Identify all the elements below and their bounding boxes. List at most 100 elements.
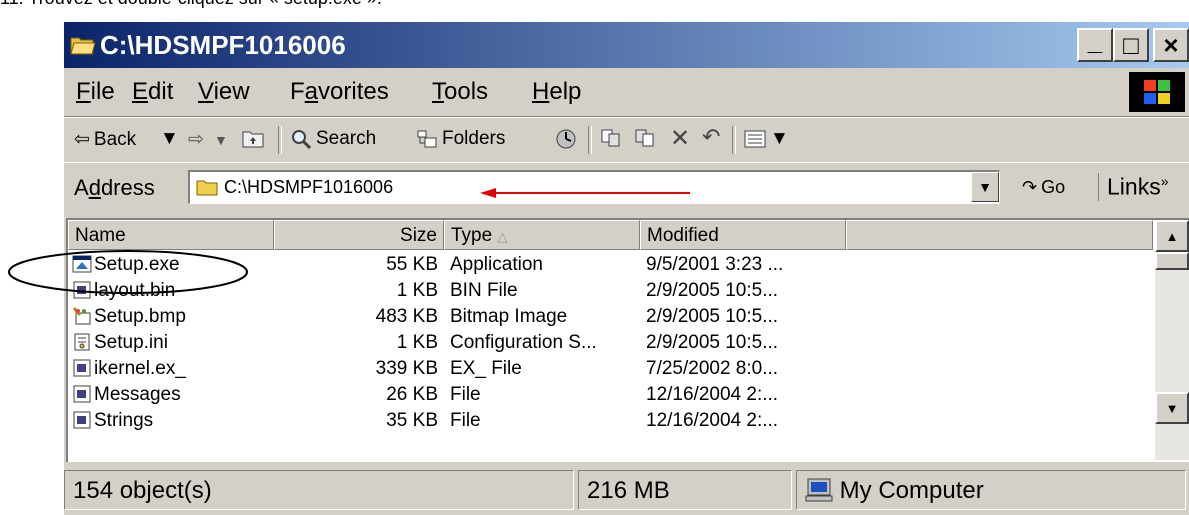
scroll-down-button[interactable]: ▼ [1155,392,1189,424]
up-folder-icon [242,131,264,148]
file-modified-cell: 7/25/2002 8:0... [646,358,779,379]
back-dropdown-icon[interactable]: ▼ [160,128,179,150]
copy-to-button[interactable] [634,128,656,148]
scroll-up-button[interactable]: ▲ [1155,220,1189,252]
file-size-cell: 1 KB [396,332,438,353]
generic-file-icon [73,385,91,403]
file-name-cell[interactable]: Messages [72,384,181,406]
move-to-icon [601,129,620,147]
links-button[interactable]: Links» [1098,173,1169,201]
close-button[interactable]: × [1153,28,1189,62]
file-name-cell[interactable]: Setup.bmp [72,306,186,328]
title-bar[interactable]: C:\HDSMPF1016006 _ □ × [64,22,1189,68]
ex-file-icon [73,359,91,377]
table-row[interactable]: Messages 26 KB File 12/16/2004 2:... [68,382,1153,408]
forward-dropdown-icon[interactable]: ▼ [214,132,228,148]
file-size-cell: 26 KB [386,384,438,405]
folder-open-icon [70,34,96,61]
column-header-type[interactable]: Type △ [444,220,640,250]
file-size-cell: 1 KB [396,280,438,301]
my-computer-icon [805,478,833,502]
menu-view[interactable]: View [198,78,250,106]
table-row[interactable]: Setup.bmp 483 KB Bitmap Image 2/9/2005 1… [68,304,1153,330]
go-button[interactable]: ↷ Go [1022,177,1065,198]
annotation-arrow [480,185,690,203]
history-icon [556,129,576,149]
column-header-modified[interactable]: Modified [640,220,846,250]
address-value: C:\HDSMPF1016006 [224,177,394,197]
config-file-icon [74,333,90,351]
menu-file[interactable]: File [76,78,115,106]
highlight-ellipse [8,250,248,294]
maximize-icon: □ [1123,30,1139,60]
column-header-blank [846,220,1153,250]
minimize-button[interactable]: _ [1077,28,1113,62]
back-arrow-icon: ⇦ [74,129,90,150]
menu-tools[interactable]: Tools [432,78,488,106]
address-label: Address [74,175,155,200]
folder-icon [196,178,218,201]
menu-favorites[interactable]: Favorites [290,78,389,106]
file-size-cell: 35 KB [386,410,438,431]
file-type-cell: Application [450,254,543,275]
table-row[interactable]: ikernel.ex_ 339 KB EX_ File 7/25/2002 8:… [68,356,1153,382]
status-size: 216 MB [578,470,792,510]
file-type-cell: BIN File [450,280,518,301]
arrow-up-icon: ▲ [1165,228,1179,244]
views-dropdown-icon: ▼ [770,128,789,149]
generic-file-icon [73,411,91,429]
undo-button[interactable]: ↶ [702,124,720,150]
chevron-down-icon: ▼ [978,179,992,195]
views-icon [744,130,766,148]
move-to-button[interactable] [600,128,622,148]
file-type-cell: EX_ File [450,358,522,379]
address-input[interactable]: C:\HDSMPF1016006 ▼ [188,170,1000,204]
address-dropdown-button[interactable]: ▼ [971,172,999,202]
status-zone: My Computer [796,470,1186,510]
views-button[interactable]: ▼ [744,128,789,150]
file-modified-cell: 12/16/2004 2:... [646,384,779,405]
toolbar-separator [732,126,736,154]
file-type-cell: Bitmap Image [450,306,568,327]
up-folder-button[interactable] [242,128,264,148]
instruction-caption: 11. Trouvez et double-cliquez sur « setu… [0,0,382,9]
standard-toolbar: ⇦ Back ▼ ⇨ ▼ Search Folders ✕ ↶ ▼ [64,117,1189,163]
file-size-cell: 483 KB [375,306,438,327]
menu-edit[interactable]: Edit [132,78,173,106]
folders-button[interactable]: Folders [416,128,505,150]
arrow-down-icon: ▼ [1165,400,1179,416]
vertical-scrollbar[interactable]: ▲ ▼ [1155,220,1189,460]
menu-help[interactable]: Help [532,78,581,106]
maximize-button[interactable]: □ [1113,28,1149,62]
forward-button[interactable]: ⇨ [188,128,204,151]
file-name-cell[interactable]: Strings [72,410,153,432]
file-type-cell: File [450,410,481,431]
file-name-cell[interactable]: Setup.ini [72,332,168,354]
copy-to-icon [635,129,654,147]
toolbar-separator [278,126,282,154]
delete-icon: ✕ [670,125,691,152]
column-header-name[interactable]: Name [68,220,274,250]
column-header-size[interactable]: Size [274,220,444,250]
status-bar: 154 object(s) 216 MB My Computer [64,466,1189,515]
minimize-icon: _ [1087,26,1103,56]
file-modified-cell: 2/9/2005 10:5... [646,306,779,327]
file-size-cell: 55 KB [386,254,438,275]
back-button[interactable]: ⇦ Back [74,128,136,151]
table-row[interactable]: Strings 35 KB File 12/16/2004 2:... [68,408,1153,434]
undo-icon: ↶ [702,124,721,149]
delete-button[interactable]: ✕ [670,124,690,153]
search-button[interactable]: Search [290,128,376,150]
menu-bar: File Edit View Favorites Tools Help [64,68,1189,117]
file-modified-cell: 2/9/2005 10:5... [646,332,779,353]
scroll-thumb[interactable] [1155,252,1189,270]
file-size-cell: 339 KB [375,358,438,379]
file-name-cell[interactable]: ikernel.ex_ [72,358,186,380]
file-type-cell: Configuration S... [450,332,597,353]
history-button[interactable] [554,128,578,150]
toolbar-separator [588,126,592,154]
address-bar: Address C:\HDSMPF1016006 ▼ ↷ Go Links» [64,162,1189,211]
file-type-cell: File [450,384,481,405]
file-modified-cell: 9/5/2001 3:23 ... [646,254,784,275]
table-row[interactable]: Setup.ini 1 KB Configuration S... 2/9/20… [68,330,1153,356]
